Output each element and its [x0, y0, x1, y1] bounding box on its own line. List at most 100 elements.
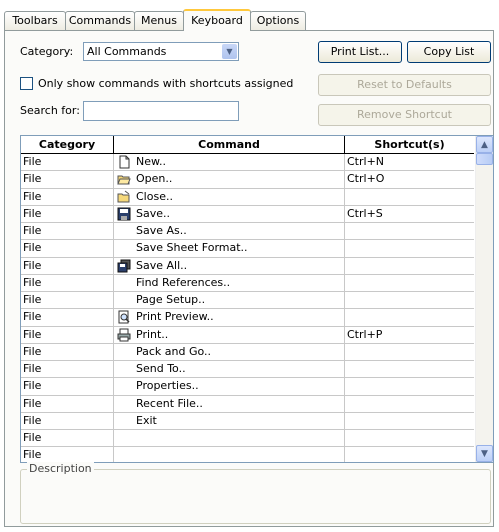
cell-command — [114, 430, 345, 447]
chevron-down-icon[interactable]: ▼ — [222, 44, 237, 59]
cell-category: File — [21, 154, 114, 171]
cell-shortcut — [345, 361, 474, 377]
copy-list-button[interactable]: Copy List — [407, 41, 491, 63]
cell-category: File — [21, 257, 114, 274]
cell-category: File — [21, 171, 114, 188]
cell-shortcut — [345, 430, 474, 446]
open-folder-icon — [117, 172, 131, 186]
column-header-shortcuts[interactable]: Shortcut(s) — [345, 136, 474, 154]
cell-command-label: Recent File.. — [136, 396, 203, 410]
tab-keyboard[interactable]: Keyboard — [183, 9, 251, 31]
table-row[interactable]: File Open.. Ctrl+O — [21, 171, 474, 189]
cell-command-label: Find References.. — [136, 275, 231, 289]
cell-command-label: Save.. — [136, 206, 170, 220]
scroll-down-icon[interactable]: ▼ — [476, 445, 493, 462]
keyboard-shortcut-grid[interactable]: Category Command Shortcut(s) File New.. Ct… — [20, 135, 494, 463]
table-row[interactable]: File — [21, 447, 474, 462]
cell-category: File — [21, 412, 114, 429]
search-input[interactable] — [83, 101, 239, 121]
cell-shortcut: Ctrl+P — [347, 327, 383, 341]
cell-shortcut: Ctrl+O — [347, 172, 385, 186]
cell-category: File — [21, 343, 114, 360]
cell-category: File — [21, 309, 114, 326]
cell-command-label: Save As.. — [136, 224, 187, 237]
column-header-category[interactable]: Category — [21, 136, 114, 154]
tab-options[interactable]: Options — [250, 11, 306, 30]
cell-shortcut — [345, 240, 474, 256]
description-group: Description — [20, 462, 491, 524]
cell-shortcut — [345, 292, 474, 308]
table-row[interactable]: File Page Setup.. — [21, 292, 474, 310]
table-row[interactable]: File Save All.. — [21, 257, 474, 275]
cell-command-label: Save All.. — [136, 258, 188, 272]
cell-shortcut — [345, 258, 474, 274]
table-row[interactable]: File — [21, 430, 474, 448]
table-row[interactable]: File Save.. Ctrl+S — [21, 205, 474, 223]
vertical-scrollbar[interactable]: ▲ ▼ — [475, 136, 493, 462]
description-label: Description — [27, 462, 94, 475]
save-all-icon — [117, 259, 131, 273]
table-row[interactable]: File Recent File.. — [21, 395, 474, 413]
table-row[interactable]: File Find References.. — [21, 274, 474, 292]
table-row[interactable]: File Close.. — [21, 188, 474, 206]
cell-command-label: Close.. — [136, 189, 173, 203]
table-row[interactable]: File Properties.. — [21, 378, 474, 396]
scroll-thumb[interactable] — [476, 153, 493, 165]
table-row[interactable]: File Send To.. — [21, 361, 474, 379]
cell-command: Print Preview.. — [114, 309, 345, 326]
print-list-button[interactable]: Print List... — [318, 41, 402, 63]
cell-command: Send To.. — [114, 361, 345, 378]
cell-category: File — [21, 326, 114, 343]
table-row[interactable]: File Pack and Go.. — [21, 343, 474, 361]
category-value: All Commands — [87, 45, 167, 58]
cell-command: Print.. — [114, 326, 345, 343]
table-row[interactable]: File Save Sheet Format.. — [21, 240, 474, 258]
cell-shortcut — [345, 378, 474, 394]
cell-shortcut — [345, 413, 474, 429]
cell-command: Recent File.. — [114, 395, 345, 412]
cell-command: Close.. — [114, 188, 345, 205]
cell-command-label: Print Preview.. — [136, 310, 214, 324]
cell-shortcut — [345, 396, 474, 412]
table-row[interactable]: File Print.. Ctrl+P — [21, 326, 474, 344]
category-dropdown[interactable]: All Commands ▼ — [83, 42, 239, 61]
tab-toolbars[interactable]: Toolbars — [4, 11, 66, 30]
cell-command-label: Save Sheet Format.. — [136, 241, 248, 255]
only-shortcuts-checkbox[interactable] — [20, 77, 33, 90]
cell-category: File — [21, 240, 114, 257]
cell-command-label: New.. — [136, 155, 166, 168]
category-label: Category: — [20, 45, 74, 58]
reset-to-defaults-button[interactable]: Reset to Defaults — [318, 74, 491, 96]
table-row[interactable]: File New.. Ctrl+N — [21, 154, 474, 172]
cell-command: Find References.. — [114, 274, 345, 291]
cell-command: Save.. — [114, 205, 345, 222]
cell-shortcut — [345, 309, 474, 325]
cell-command: Page Setup.. — [114, 292, 345, 309]
scroll-up-icon[interactable]: ▲ — [476, 136, 493, 153]
table-row[interactable]: File Save As.. — [21, 223, 474, 241]
cell-category: File — [21, 395, 114, 412]
table-row[interactable]: File Exit — [21, 412, 474, 430]
cell-shortcut — [345, 223, 474, 239]
grid-header: Category Command Shortcut(s) — [21, 136, 474, 154]
remove-shortcut-button[interactable]: Remove Shortcut — [318, 104, 491, 126]
cell-category: File — [21, 188, 114, 205]
cell-shortcut — [345, 189, 474, 205]
tab-menus[interactable]: Menus — [134, 11, 184, 30]
tab-strip: Toolbars Commands Menus Keyboard Options — [4, 9, 494, 31]
cell-command: New.. — [114, 154, 345, 171]
cell-command-label: Print.. — [136, 327, 169, 341]
print-preview-icon — [117, 310, 131, 324]
only-shortcuts-label[interactable]: Only show commands with shortcuts assign… — [38, 77, 293, 90]
search-label: Search for: — [20, 104, 80, 117]
cell-shortcut — [345, 344, 474, 360]
column-header-command[interactable]: Command — [114, 136, 345, 154]
save-disk-icon — [117, 207, 131, 221]
cell-shortcut: Ctrl+S — [347, 206, 383, 220]
cell-category: File — [21, 361, 114, 378]
tab-commands[interactable]: Commands — [65, 11, 135, 30]
cell-shortcut: Ctrl+N — [347, 155, 385, 168]
table-row[interactable]: File Print Preview.. — [21, 309, 474, 327]
cell-command: Exit — [114, 412, 345, 429]
cell-shortcut — [345, 275, 474, 291]
